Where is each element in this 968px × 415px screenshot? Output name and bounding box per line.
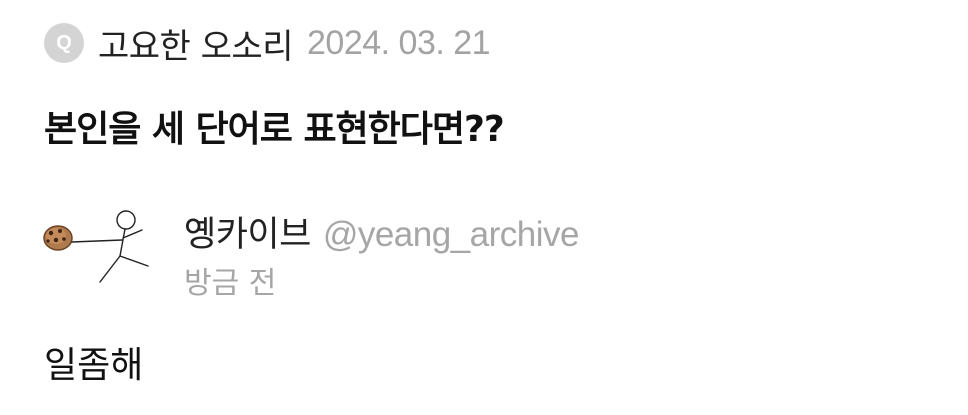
answerer-handle[interactable]: @yeang_archive	[323, 215, 580, 255]
question-header: Q 고요한 오소리 2024. 03. 21	[44, 20, 491, 67]
question-badge-label: Q	[56, 31, 72, 54]
asker-name: 고요한 오소리	[98, 26, 294, 67]
answer-text: 일좀해	[44, 345, 144, 386]
answerer-row: 옝카이브 @yeang_archive	[184, 206, 580, 257]
answer-timestamp: 방금 전	[184, 266, 277, 301]
question-date: 2024. 03. 21	[307, 23, 491, 62]
question-text: 본인을 세 단어로 표현한다면??	[44, 109, 505, 150]
stick-figure-cookie-icon	[43, 210, 149, 283]
avatar[interactable]	[36, 200, 166, 290]
answerer-name[interactable]: 옝카이브	[184, 206, 311, 257]
question-badge-icon: Q	[44, 23, 84, 63]
